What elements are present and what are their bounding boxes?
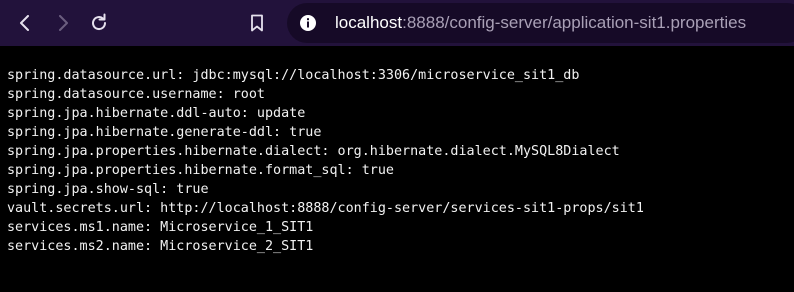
browser-toolbar: localhost:8888/config-server/application… (0, 0, 794, 46)
properties-line: services.ms1.name: Microservice_1_SIT1 (7, 220, 314, 235)
bookmark-icon (251, 14, 263, 32)
reload-icon (92, 13, 107, 31)
properties-line: spring.datasource.url: jdbc:mysql://loca… (7, 68, 580, 83)
properties-line: services.ms2.name: Microservice_2_SIT1 (7, 239, 314, 254)
properties-line: spring.jpa.properties.hibernate.format_s… (7, 163, 394, 178)
address-bar[interactable]: localhost:8888/config-server/application… (287, 3, 794, 43)
properties-line: spring.datasource.username: root (7, 87, 265, 102)
back-button[interactable] (12, 10, 38, 36)
page-content: spring.datasource.url: jdbc:mysql://loca… (7, 66, 644, 256)
arrow-left-icon (20, 15, 29, 31)
properties-line: spring.jpa.show-sql: true (7, 182, 209, 197)
bookmark-button[interactable] (244, 10, 270, 36)
properties-line: vault.secrets.url: http://localhost:8888… (7, 201, 644, 216)
info-icon (300, 15, 316, 31)
url-host: localhost (335, 13, 403, 32)
browser-window: localhost:8888/config-server/application… (0, 0, 794, 292)
properties-line: spring.jpa.hibernate.ddl-auto: update (7, 106, 306, 121)
properties-line: spring.jpa.properties.hibernate.dialect:… (7, 144, 620, 159)
properties-line: spring.jpa.hibernate.generate-ddl: true (7, 125, 322, 140)
forward-button[interactable] (50, 10, 76, 36)
url-path: :8888/config-server/application-sit1.pro… (402, 13, 747, 32)
url-text[interactable]: localhost:8888/config-server/application… (335, 12, 746, 34)
site-info-button[interactable] (297, 12, 319, 34)
arrow-right-icon (59, 15, 68, 31)
reload-button[interactable] (86, 10, 112, 36)
